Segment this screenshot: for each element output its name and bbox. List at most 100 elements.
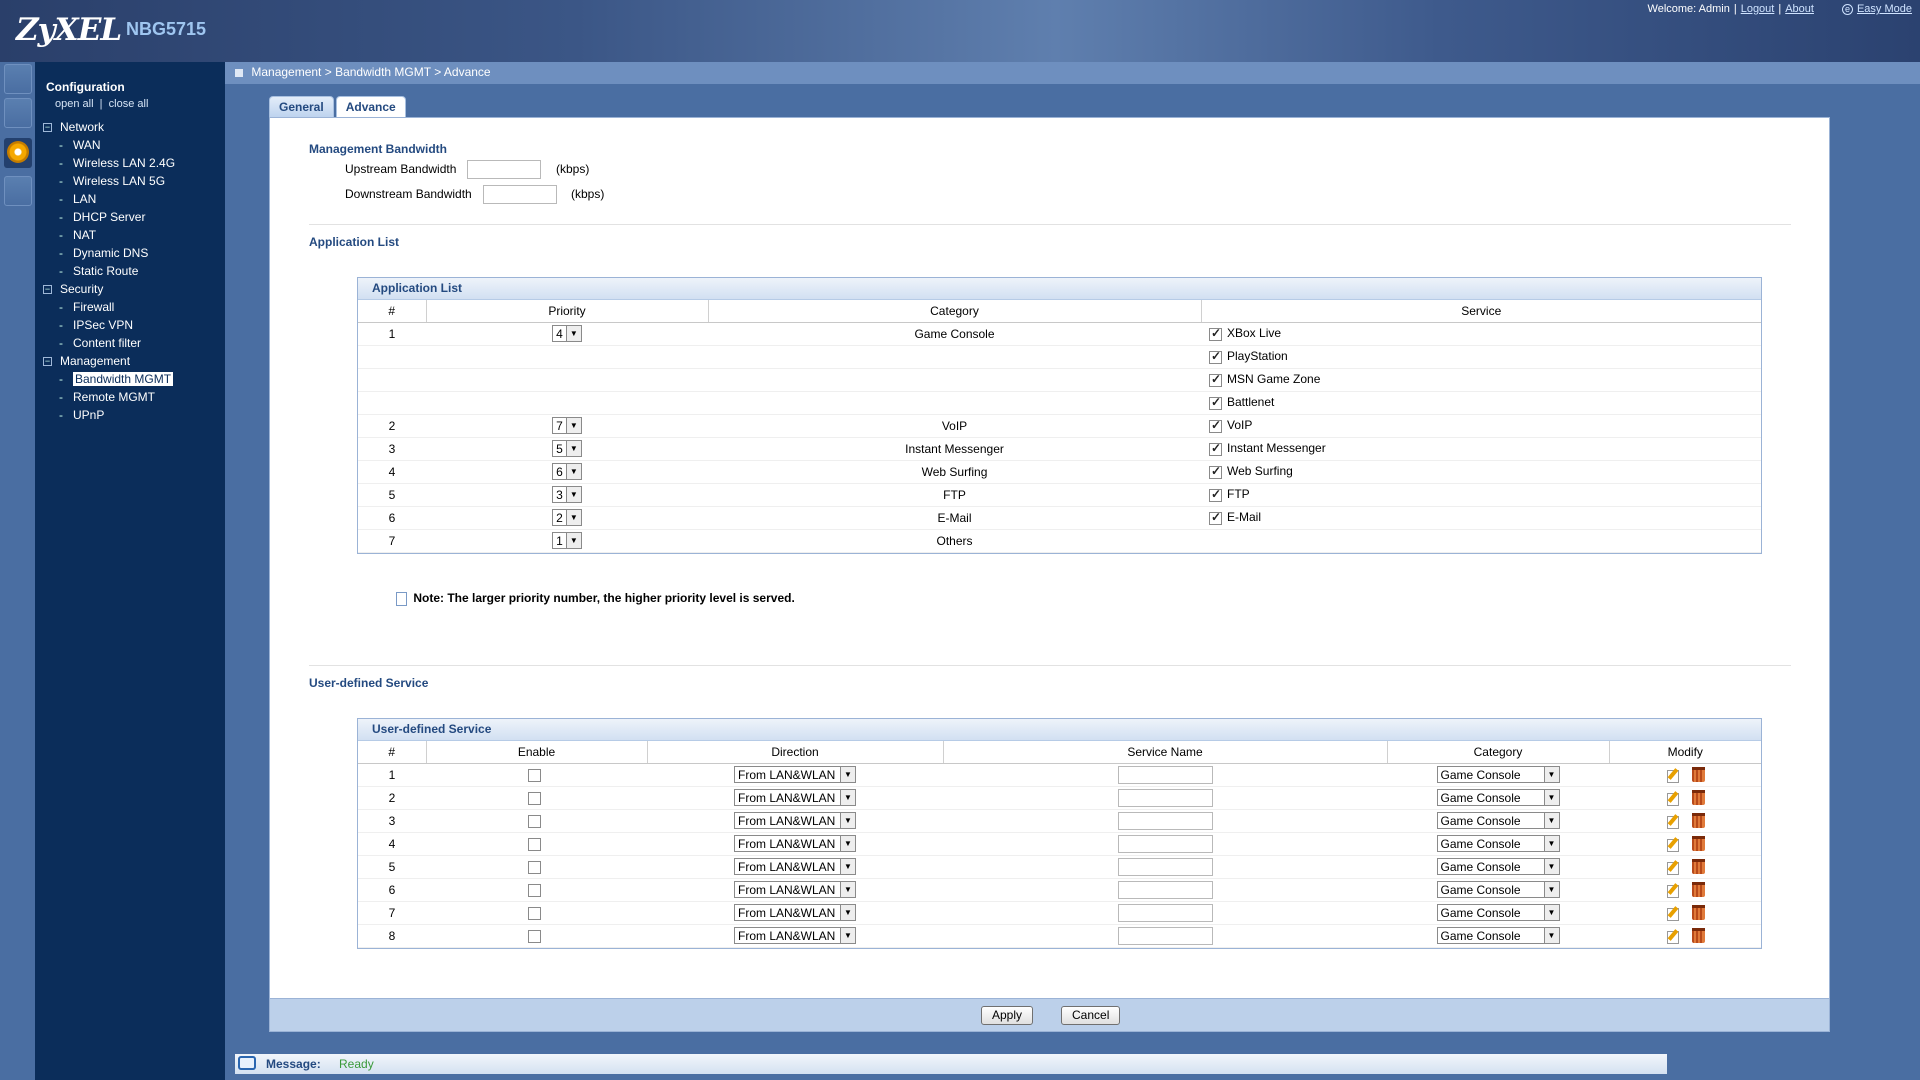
- cancel-button[interactable]: Cancel: [1061, 1006, 1121, 1025]
- logout-link[interactable]: Logout: [1741, 3, 1775, 15]
- easy-mode-link[interactable]: Easy Mode: [1857, 3, 1912, 15]
- service-checkbox[interactable]: [1209, 349, 1222, 364]
- direction-select[interactable]: From LAN&WLAN ▼: [734, 766, 856, 783]
- direction-select[interactable]: From LAN&WLAN ▼: [734, 835, 856, 852]
- enable-checkbox[interactable]: [527, 768, 541, 782]
- maintenance-icon[interactable]: [4, 176, 32, 206]
- sidebar-item-dhcp-server[interactable]: - DHCP Server: [43, 208, 223, 226]
- enable-checkbox[interactable]: [527, 883, 541, 897]
- edit-icon[interactable]: [1666, 791, 1680, 806]
- enable-checkbox[interactable]: [527, 860, 541, 874]
- enable-checkbox[interactable]: [527, 791, 541, 805]
- edit-icon[interactable]: [1666, 860, 1680, 875]
- open-all-link[interactable]: open all: [55, 98, 94, 110]
- service-name-input[interactable]: [1117, 765, 1213, 784]
- delete-icon[interactable]: [1691, 928, 1705, 944]
- enable-checkbox[interactable]: [527, 814, 541, 828]
- collapse-icon[interactable]: −: [43, 285, 52, 295]
- direction-select[interactable]: From LAN&WLAN ▼: [734, 858, 856, 875]
- category-select[interactable]: Game Console ▼: [1436, 881, 1560, 898]
- service-checkbox[interactable]: [1209, 510, 1222, 525]
- sidebar-group-management[interactable]: − Management: [43, 352, 223, 370]
- collapse-icon[interactable]: −: [43, 123, 52, 133]
- service-name-input[interactable]: [1117, 857, 1213, 876]
- direction-select[interactable]: From LAN&WLAN ▼: [734, 812, 856, 829]
- dashboard-icon[interactable]: [4, 64, 32, 94]
- sidebar-item-remote-mgmt[interactable]: - Remote MGMT: [43, 388, 223, 406]
- downstream-input[interactable]: [483, 185, 557, 204]
- category-select[interactable]: Game Console ▼: [1436, 927, 1560, 944]
- service-name-input[interactable]: [1117, 811, 1213, 830]
- category-select[interactable]: Game Console ▼: [1436, 812, 1560, 829]
- edit-icon[interactable]: [1666, 883, 1680, 898]
- sidebar-item-bandwidth-mgmt[interactable]: - Bandwidth MGMT: [43, 370, 223, 388]
- category-select[interactable]: Game Console ▼: [1436, 789, 1560, 806]
- enable-checkbox[interactable]: [527, 906, 541, 920]
- sidebar-item-nat[interactable]: - NAT: [43, 226, 223, 244]
- service-checkbox[interactable]: [1209, 395, 1222, 410]
- about-link[interactable]: About: [1785, 3, 1814, 15]
- service-checkbox[interactable]: [1209, 372, 1222, 387]
- service-checkbox[interactable]: [1209, 441, 1222, 456]
- sidebar-group-security[interactable]: − Security: [43, 280, 223, 298]
- enable-checkbox[interactable]: [527, 837, 541, 851]
- delete-icon[interactable]: [1691, 790, 1705, 806]
- service-name-input[interactable]: [1117, 834, 1213, 853]
- sidebar-item-lan[interactable]: - LAN: [43, 190, 223, 208]
- category-select[interactable]: Game Console ▼: [1436, 766, 1560, 783]
- category-select[interactable]: Game Console ▼: [1436, 858, 1560, 875]
- sidebar-item-firewall[interactable]: - Firewall: [43, 298, 223, 316]
- priority-select[interactable]: 5 ▼: [552, 440, 582, 457]
- delete-icon[interactable]: [1691, 767, 1705, 783]
- sidebar-item-wireless-lan-5g[interactable]: - Wireless LAN 5G: [43, 172, 223, 190]
- sidebar-item-upnp[interactable]: - UPnP: [43, 406, 223, 424]
- edit-icon[interactable]: [1666, 768, 1680, 783]
- priority-select[interactable]: 1 ▼: [552, 532, 582, 549]
- delete-icon[interactable]: [1691, 905, 1705, 921]
- service-name-input[interactable]: [1117, 903, 1213, 922]
- delete-icon[interactable]: [1691, 813, 1705, 829]
- edit-icon[interactable]: [1666, 906, 1680, 921]
- enable-checkbox[interactable]: [527, 929, 541, 943]
- collapse-icon[interactable]: −: [43, 357, 52, 367]
- sidebar-item-ipsec-vpn[interactable]: - IPSec VPN: [43, 316, 223, 334]
- service-name-input[interactable]: [1117, 788, 1213, 807]
- apply-button[interactable]: Apply: [981, 1006, 1034, 1025]
- priority-select[interactable]: 2 ▼: [552, 509, 582, 526]
- delete-icon[interactable]: [1691, 882, 1705, 898]
- category-select[interactable]: Game Console ▼: [1436, 904, 1560, 921]
- monitor-icon[interactable]: [4, 98, 32, 128]
- direction-select[interactable]: From LAN&WLAN ▼: [734, 881, 856, 898]
- sidebar-item-content-filter[interactable]: - Content filter: [43, 334, 223, 352]
- edit-icon[interactable]: [1666, 814, 1680, 829]
- priority-select[interactable]: 4 ▼: [552, 325, 582, 342]
- delete-icon[interactable]: [1691, 836, 1705, 852]
- tab-general[interactable]: General: [269, 96, 334, 118]
- sidebar-item-static-route[interactable]: - Static Route: [43, 262, 223, 280]
- delete-icon[interactable]: [1691, 859, 1705, 875]
- service-checkbox[interactable]: [1209, 464, 1222, 479]
- close-all-link[interactable]: close all: [109, 98, 149, 110]
- priority-select[interactable]: 7 ▼: [552, 417, 582, 434]
- priority-select[interactable]: 3 ▼: [552, 486, 582, 503]
- tab-advance[interactable]: Advance: [335, 96, 406, 118]
- direction-select[interactable]: From LAN&WLAN ▼: [734, 927, 856, 944]
- upstream-input[interactable]: [467, 160, 541, 179]
- service-checkbox[interactable]: [1209, 487, 1222, 502]
- service-checkbox[interactable]: [1209, 326, 1222, 341]
- sidebar-item-wireless-lan-2-4g[interactable]: - Wireless LAN 2.4G: [43, 154, 223, 172]
- category-select[interactable]: Game Console ▼: [1436, 835, 1560, 852]
- direction-select[interactable]: From LAN&WLAN ▼: [734, 904, 856, 921]
- sidebar-group-network[interactable]: − Network: [43, 118, 223, 136]
- configuration-gear-icon[interactable]: [4, 138, 32, 168]
- service-name-input[interactable]: [1117, 926, 1213, 945]
- service-name-input[interactable]: [1117, 880, 1213, 899]
- edit-icon[interactable]: [1666, 929, 1680, 944]
- sidebar-item-dynamic-dns[interactable]: - Dynamic DNS: [43, 244, 223, 262]
- sidebar-item-wan[interactable]: - WAN: [43, 136, 223, 154]
- priority-select[interactable]: 6 ▼: [552, 463, 582, 480]
- service-checkbox[interactable]: [1209, 418, 1222, 433]
- direction-select[interactable]: From LAN&WLAN ▼: [734, 789, 856, 806]
- edit-icon[interactable]: [1666, 837, 1680, 852]
- chevron-down-icon: ▼: [1543, 905, 1559, 920]
